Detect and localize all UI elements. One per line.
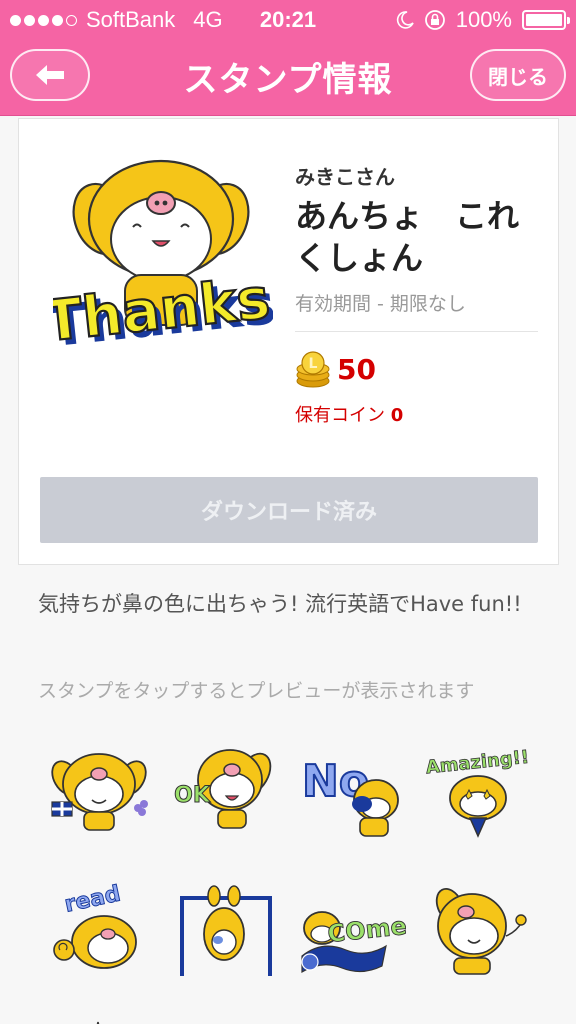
status-right: 100% — [396, 7, 570, 33]
main-sticker-image[interactable]: Thanks Thanks — [53, 157, 273, 362]
author-name[interactable]: みきこさん — [295, 161, 395, 190]
close-button[interactable]: 閉じる — [470, 49, 566, 101]
pack-title: あんちょ これくしょん — [295, 197, 520, 277]
sticker-partial[interactable] — [60, 1008, 150, 1024]
sticker-come-text: COme — [326, 912, 406, 948]
sticker-read-text: read — [62, 882, 122, 918]
sticker-no[interactable]: No — [296, 738, 406, 848]
sticker-flags[interactable] — [44, 738, 154, 848]
pack-description: 気持ちが鼻の色に出ちゃう! 流行英語でHave fun!! — [38, 592, 522, 616]
download-button[interactable]: ダウンロード済み — [40, 477, 538, 543]
sticker-amazing-text: Amazing!! — [425, 747, 530, 779]
divider — [295, 331, 538, 332]
status-bar: SoftBank 4G 20:21 100% — [0, 0, 576, 38]
moon-icon — [396, 11, 414, 29]
owned-coins-value: 0 — [390, 405, 404, 426]
validity-text: 有効期間 - 期限なし — [295, 293, 466, 315]
battery-icon — [522, 10, 570, 30]
sticker-come[interactable]: COme — [296, 876, 406, 986]
battery-percent: 100% — [455, 7, 512, 32]
sticker-wave[interactable] — [424, 876, 534, 986]
battery-fill — [526, 14, 562, 26]
sticker-bar[interactable] — [172, 876, 282, 986]
sticker-read[interactable]: read — [44, 876, 154, 986]
owned-coins: 保有コイン 0 — [295, 401, 403, 427]
rotation-lock-icon — [424, 10, 445, 30]
owned-coins-label: 保有コイン — [295, 405, 385, 426]
sticker-ok-text: OK — [174, 783, 211, 808]
svg-text:L: L — [309, 356, 318, 372]
sticker-ok[interactable]: OK — [172, 738, 282, 848]
sticker-info-card: Thanks Thanks みきこさん あんちょ これくしょん 有効期間 - 期… — [18, 118, 559, 565]
main-sticker-text: Thanks — [53, 266, 273, 354]
nav-bar: スタンプ情報 閉じる — [0, 38, 576, 116]
preview-hint: スタンプをタップするとプレビューが表示されます — [38, 680, 475, 702]
line-coin-icon: L — [296, 351, 330, 388]
sticker-amazing[interactable]: Amazing!! — [424, 738, 534, 848]
price-value: 50 — [337, 353, 376, 386]
